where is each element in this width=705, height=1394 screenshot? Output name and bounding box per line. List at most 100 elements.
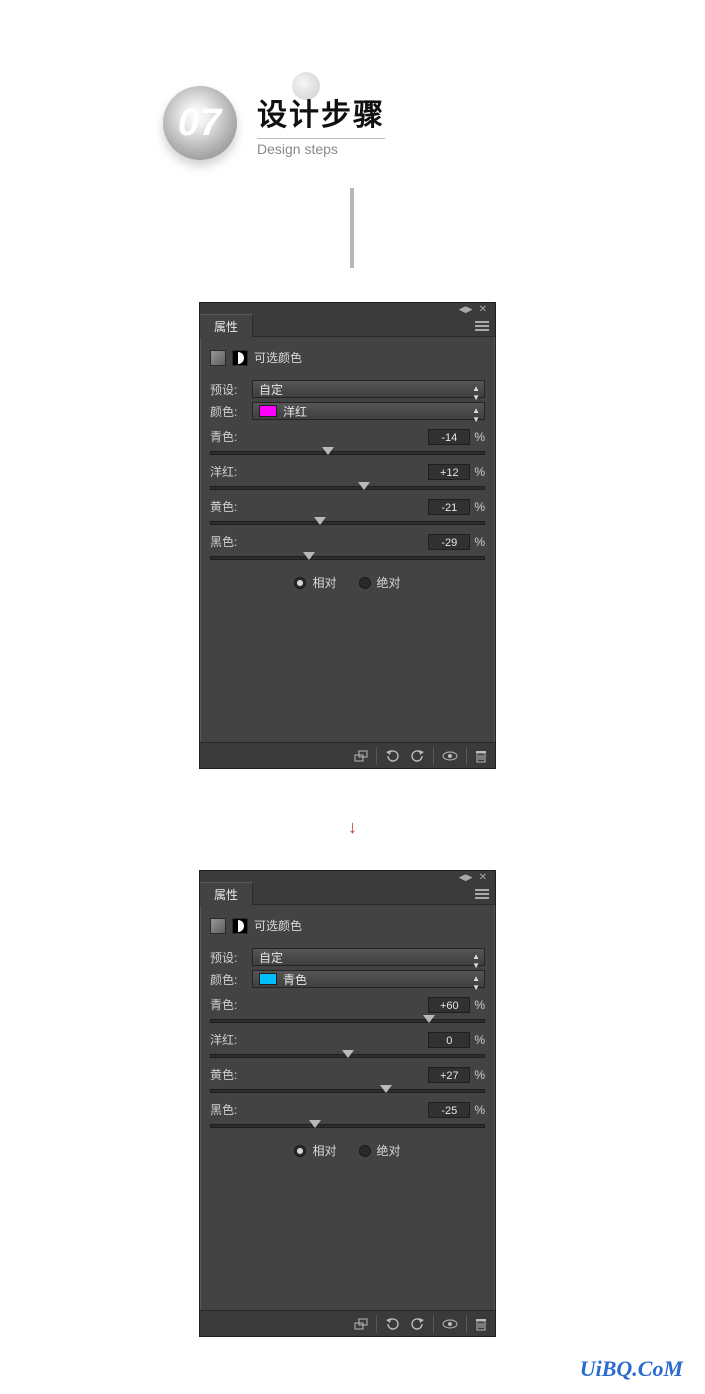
collapse-icon[interactable]: ◀▶	[459, 304, 473, 315]
radio-relative[interactable]: 相对	[294, 1142, 336, 1159]
trash-icon[interactable]	[475, 1317, 487, 1331]
yellow-value-input[interactable]: -21	[428, 499, 470, 515]
tab-properties[interactable]: 属性	[200, 882, 253, 906]
yellow-slider[interactable]	[210, 521, 485, 525]
adjustment-label: 可选颜色	[254, 349, 302, 366]
slider-cyan: 青色: -14 %	[210, 428, 485, 455]
percent-label: %	[474, 465, 485, 479]
chevron-updown-icon: ▲▼	[472, 974, 480, 992]
radio-absolute-label: 绝对	[377, 574, 401, 591]
percent-label: %	[474, 535, 485, 549]
slider-label: 青色:	[210, 996, 237, 1013]
preset-dropdown[interactable]: 自定 ▲▼	[252, 380, 485, 398]
method-radios: 相对 绝对	[210, 1142, 485, 1159]
cyan-slider[interactable]	[210, 1019, 485, 1023]
selective-color-icon	[232, 350, 248, 366]
color-dropdown[interactable]: 青色 ▲▼	[252, 970, 485, 988]
reset-icon[interactable]	[411, 1317, 425, 1331]
color-row: 颜色: 青色 ▲▼	[210, 970, 485, 988]
chevron-updown-icon: ▲▼	[472, 406, 480, 424]
slider-thumb-icon[interactable]	[314, 517, 326, 525]
radio-relative[interactable]: 相对	[294, 574, 336, 591]
close-icon[interactable]: ✕	[479, 872, 487, 883]
method-radios: 相对 绝对	[210, 574, 485, 591]
panel-body: 可选颜色 预设: 自定 ▲▼ 颜色: 青色 ▲▼ 青色: +60 %	[200, 905, 495, 1167]
panel-menu-icon[interactable]	[475, 889, 489, 899]
percent-label: %	[474, 500, 485, 514]
color-label: 颜色:	[210, 403, 252, 420]
selective-color-icon	[232, 918, 248, 934]
separator	[466, 747, 467, 765]
adjustment-preview-icon	[210, 350, 226, 366]
clip-to-layer-icon[interactable]	[354, 749, 368, 763]
percent-label: %	[474, 1103, 485, 1117]
black-value-input[interactable]: -29	[428, 534, 470, 550]
tab-properties[interactable]: 属性	[200, 314, 253, 338]
trash-icon[interactable]	[475, 749, 487, 763]
cyan-value-input[interactable]: +60	[428, 997, 470, 1013]
panel-menu-icon[interactable]	[475, 321, 489, 331]
panel-tabs: 属性	[200, 315, 495, 337]
radio-absolute-label: 绝对	[377, 1142, 401, 1159]
cyan-slider[interactable]	[210, 451, 485, 455]
previous-state-icon[interactable]	[385, 1317, 399, 1331]
separator	[376, 747, 377, 765]
magenta-slider[interactable]	[210, 486, 485, 490]
percent-label: %	[474, 1068, 485, 1082]
properties-panel-1: ◀▶ ✕ 属性 可选颜色 预设: 自定 ▲▼ 颜色: 洋红 ▲▼	[199, 302, 496, 769]
slider-label: 黑色:	[210, 1101, 237, 1118]
cyan-value-input[interactable]: -14	[428, 429, 470, 445]
magenta-value-input[interactable]: 0	[428, 1032, 470, 1048]
slider-thumb-icon[interactable]	[358, 482, 370, 490]
magenta-value-input[interactable]: +12	[428, 464, 470, 480]
slider-cyan: 青色: +60 %	[210, 996, 485, 1023]
slider-black: 黑色: -25 %	[210, 1101, 485, 1128]
slider-thumb-icon[interactable]	[342, 1050, 354, 1058]
slider-label: 洋红:	[210, 463, 237, 480]
slider-thumb-icon[interactable]	[423, 1015, 435, 1023]
preset-value: 自定	[259, 949, 283, 966]
clip-to-layer-icon[interactable]	[354, 1317, 368, 1331]
collapse-icon[interactable]: ◀▶	[459, 872, 473, 883]
preset-dropdown[interactable]: 自定 ▲▼	[252, 948, 485, 966]
preset-label: 预设:	[210, 949, 252, 966]
radio-absolute[interactable]: 绝对	[359, 1142, 401, 1159]
color-value: 洋红	[283, 403, 307, 420]
step-header: 07 设计步骤 Design steps	[163, 86, 385, 160]
previous-state-icon[interactable]	[385, 749, 399, 763]
slider-label: 黄色:	[210, 498, 237, 515]
preset-row: 预设: 自定 ▲▼	[210, 948, 485, 966]
black-slider[interactable]	[210, 1124, 485, 1128]
reset-icon[interactable]	[411, 749, 425, 763]
radio-dot-icon	[294, 1145, 306, 1157]
slider-thumb-icon[interactable]	[380, 1085, 392, 1093]
separator	[433, 1315, 434, 1333]
adjustment-label: 可选颜色	[254, 917, 302, 934]
visibility-eye-icon[interactable]	[442, 749, 458, 763]
flow-arrow-down-icon: ↓	[348, 817, 357, 838]
percent-label: %	[474, 1033, 485, 1047]
slider-yellow: 黄色: +27 %	[210, 1066, 485, 1093]
color-dropdown[interactable]: 洋红 ▲▼	[252, 402, 485, 420]
black-value-input[interactable]: -25	[428, 1102, 470, 1118]
visibility-eye-icon[interactable]	[442, 1317, 458, 1331]
yellow-slider[interactable]	[210, 1089, 485, 1093]
yellow-value-input[interactable]: +27	[428, 1067, 470, 1083]
close-icon[interactable]: ✕	[479, 304, 487, 315]
chevron-updown-icon: ▲▼	[472, 384, 480, 402]
magenta-slider[interactable]	[210, 1054, 485, 1058]
slider-thumb-icon[interactable]	[309, 1120, 321, 1128]
color-label: 颜色:	[210, 971, 252, 988]
radio-dot-icon	[359, 1145, 371, 1157]
slider-magenta: 洋红: 0 %	[210, 1031, 485, 1058]
radio-relative-label: 相对	[312, 574, 336, 591]
vertical-divider	[350, 188, 354, 268]
radio-absolute[interactable]: 绝对	[359, 574, 401, 591]
panel-body: 可选颜色 预设: 自定 ▲▼ 颜色: 洋红 ▲▼ 青色: -14 %	[200, 337, 495, 599]
adjustment-header: 可选颜色	[210, 913, 485, 944]
black-slider[interactable]	[210, 556, 485, 560]
slider-black: 黑色: -29 %	[210, 533, 485, 560]
slider-thumb-icon[interactable]	[303, 552, 315, 560]
radio-dot-icon	[359, 577, 371, 589]
slider-thumb-icon[interactable]	[322, 447, 334, 455]
